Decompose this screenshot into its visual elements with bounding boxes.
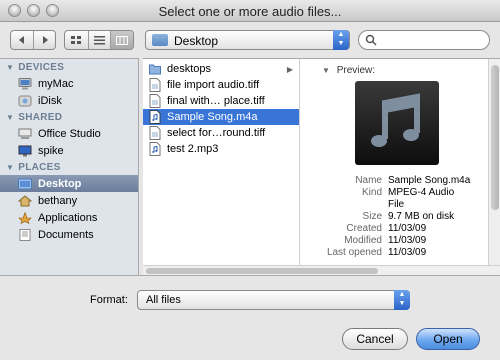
- preview-metadata: Name Sample Song.m4a Kind MPEG-4 Audio F…: [300, 175, 490, 259]
- cancel-button[interactable]: Cancel: [342, 328, 408, 350]
- window-title: Select one or more audio files...: [158, 4, 342, 19]
- file-row-test-2[interactable]: test 2.mp3: [143, 141, 299, 157]
- image-file-icon: [149, 78, 161, 92]
- preview-artwork: [355, 81, 439, 165]
- search-icon: [365, 34, 377, 46]
- forward-button[interactable]: [33, 31, 55, 49]
- home-icon: [18, 194, 32, 206]
- column-view-icon: [116, 35, 129, 45]
- idisk-icon: [18, 95, 32, 106]
- audio-file-icon: [149, 142, 161, 156]
- file-row-desktops[interactable]: desktops ▶: [143, 61, 299, 77]
- format-popup[interactable]: All files ▲ ▼: [137, 290, 410, 310]
- sidebar: ▼ DEVICES myMac iDisk ▼ SHARED Office St…: [0, 58, 139, 265]
- file-column: desktops ▶ file import audio.tiff final …: [143, 58, 300, 265]
- sidebar-item-mymac[interactable]: myMac: [0, 75, 138, 92]
- file-row-final-with-place[interactable]: final with… place.tiff: [143, 93, 299, 109]
- location-popup[interactable]: Desktop ▲ ▼: [145, 30, 350, 50]
- back-button[interactable]: [11, 31, 33, 49]
- desktop-folder-icon: [152, 34, 168, 46]
- popup-arrows-icon: ▲ ▼: [394, 290, 410, 310]
- documents-folder-icon: [19, 228, 31, 241]
- disclosure-triangle-icon: ▼: [322, 66, 330, 75]
- meta-row-kind-continued: File: [388, 199, 405, 210]
- sidebar-item-bethany[interactable]: bethany: [0, 192, 138, 209]
- image-file-icon: [149, 126, 161, 140]
- preview-column: ▼ Preview: Name Sample Song.m4a Kind MPE…: [300, 58, 500, 265]
- arrow-left-icon: [19, 36, 24, 44]
- search-field[interactable]: [358, 30, 490, 50]
- sidebar-section-places[interactable]: ▼ PLACES: [0, 159, 138, 175]
- applications-icon: [18, 211, 32, 224]
- list-view-icon: [93, 35, 105, 44]
- sidebar-item-applications[interactable]: Applications: [0, 209, 138, 226]
- file-row-sample-song[interactable]: Sample Song.m4a: [143, 109, 299, 125]
- sidebar-item-idisk[interactable]: iDisk: [0, 92, 138, 109]
- sidebar-section-devices[interactable]: ▼ DEVICES: [0, 59, 138, 75]
- back-forward-control: [10, 30, 56, 50]
- icon-view-button[interactable]: [65, 31, 88, 49]
- location-label: Desktop: [174, 34, 219, 48]
- sidebar-item-desktop[interactable]: Desktop: [0, 175, 138, 192]
- meta-row-name: Name Sample Song.m4a: [355, 175, 471, 186]
- preview-vertical-scrollbar[interactable]: [488, 59, 500, 265]
- sidebar-item-office-studio[interactable]: Office Studio: [0, 125, 138, 142]
- meta-row-kind: Kind MPEG-4 Audio: [361, 187, 455, 198]
- audio-file-icon: [149, 110, 161, 124]
- open-file-dialog: Select one or more audio files... Deskto…: [0, 0, 500, 360]
- column-view-button[interactable]: [110, 31, 133, 49]
- view-mode-control: [64, 30, 134, 50]
- list-view-button[interactable]: [87, 31, 111, 49]
- toolbar: Desktop ▲ ▼: [0, 22, 500, 58]
- network-display-icon: [18, 145, 32, 156]
- format-value: All files: [146, 294, 181, 306]
- sidebar-item-spike[interactable]: spike: [0, 142, 138, 159]
- format-panel: Format: All files ▲ ▼: [0, 275, 500, 323]
- scrollbar-thumb[interactable]: [491, 65, 499, 210]
- sidebar-section-shared[interactable]: ▼ SHARED: [0, 109, 138, 125]
- meta-row-size: Size 9.7 MB on disk: [362, 211, 455, 222]
- title-bar: Select one or more audio files...: [0, 0, 500, 22]
- arrow-right-icon: [42, 36, 48, 44]
- sidebar-item-documents[interactable]: Documents: [0, 226, 138, 243]
- format-label: Format:: [90, 294, 128, 306]
- music-note-icon: [371, 93, 420, 147]
- sidebar-footer: [0, 265, 139, 275]
- popup-arrows-icon: ▲ ▼: [333, 30, 349, 50]
- disclosure-triangle-icon: ▼: [6, 112, 15, 122]
- meta-row-modified: Modified 11/03/09: [344, 235, 427, 246]
- scrollbar-thumb[interactable]: [146, 268, 378, 274]
- disclosure-triangle-icon: ▼: [6, 162, 15, 172]
- open-button[interactable]: Open: [416, 328, 480, 350]
- preview-header[interactable]: ▼ Preview:: [322, 65, 375, 76]
- folder-icon: [149, 64, 161, 75]
- file-row-file-import-audio[interactable]: file import audio.tiff: [143, 77, 299, 93]
- file-row-select-for-round[interactable]: select for…round.tiff: [143, 125, 299, 141]
- network-computer-icon: [18, 128, 32, 139]
- icon-view-icon: [70, 35, 81, 44]
- disclosure-triangle-icon: ▼: [6, 62, 15, 72]
- meta-row-last-opened: Last opened 11/03/09: [326, 247, 427, 258]
- image-file-icon: [149, 94, 161, 108]
- meta-row-created: Created 11/03/09: [346, 223, 427, 234]
- desktop-folder-icon: [18, 178, 32, 189]
- computer-icon: [18, 77, 32, 89]
- horizontal-scrollbar[interactable]: [143, 265, 500, 275]
- chevron-right-icon: ▶: [286, 64, 293, 74]
